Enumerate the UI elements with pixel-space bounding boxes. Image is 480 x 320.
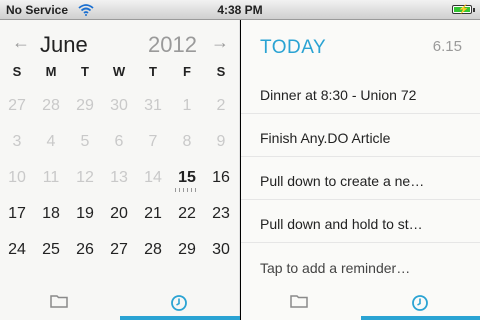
calendar-tab-bar (0, 286, 240, 320)
right-arrow-icon[interactable]: → (211, 32, 229, 53)
calendar-day[interactable]: 4 (34, 133, 68, 151)
task-label: Finish Any.DO Article (260, 130, 391, 146)
today-marker (175, 188, 199, 192)
task-label: Tap to add a reminder… (260, 260, 411, 276)
battery-icon: ⚡ (452, 4, 475, 14)
calendar-day[interactable]: 13 (102, 169, 136, 187)
calendar-day[interactable]: 2 (204, 97, 238, 115)
folder-icon[interactable] (290, 294, 310, 310)
status-bar: No Service 4:38 PM ⚡ (0, 0, 480, 20)
calendar-day[interactable]: 9 (204, 133, 238, 151)
weekday-label: W (112, 64, 126, 79)
calendar-day[interactable]: 30 (102, 97, 136, 115)
task-label: Pull down and hold to st… (260, 216, 423, 232)
calendar-day[interactable]: 23 (204, 205, 238, 223)
calendar-panel: ← June 2012 → SMTWTFS 27 28 29 30 31 1 2 3 4 5 6 7 8… (0, 20, 240, 320)
task-label: Pull down to create a ne… (260, 173, 425, 189)
calendar-day[interactable]: 30 (204, 241, 238, 259)
month-label[interactable]: June (40, 32, 88, 58)
calendar-day[interactable]: 17 (0, 205, 34, 223)
active-tab-indicator (361, 316, 480, 320)
weekday-label: F (183, 64, 191, 79)
calendar-day[interactable]: 1 (170, 97, 204, 115)
left-arrow-icon[interactable]: ← (12, 32, 30, 53)
calendar-day[interactable]: 28 (136, 241, 170, 259)
today-date: 6.15 (432, 38, 462, 55)
calendar-day-today[interactable]: 15 (170, 169, 204, 187)
calendar-day[interactable]: 25 (34, 241, 68, 259)
charging-icon: ⚡ (458, 4, 470, 14)
calendar-day[interactable]: 31 (136, 97, 170, 115)
calendar-day[interactable]: 8 (170, 133, 204, 151)
clock-icon[interactable] (411, 294, 431, 311)
year-label[interactable]: 2012 (148, 32, 197, 58)
calendar-day[interactable]: 20 (102, 205, 136, 223)
weekday-label: S (12, 64, 22, 79)
calendar-day[interactable]: 12 (68, 169, 102, 187)
weekday-label: T (81, 64, 89, 79)
calendar-day[interactable]: 5 (68, 133, 102, 151)
calendar-day[interactable]: 14 (136, 169, 170, 187)
calendar-day[interactable]: 10 (0, 169, 34, 187)
task-item[interactable]: Pull down and hold to st… (241, 204, 480, 243)
calendar-day[interactable]: 19 (68, 205, 102, 223)
task-item[interactable]: Pull down to create a ne… (241, 161, 480, 200)
weekday-label: T (149, 64, 157, 79)
calendar-day[interactable]: 3 (0, 133, 34, 151)
calendar-day[interactable]: 27 (102, 241, 136, 259)
clock-time: 4:38 PM (217, 3, 263, 17)
calendar-day[interactable]: 21 (136, 205, 170, 223)
weekday-label: S (216, 64, 226, 79)
calendar-day[interactable]: 7 (136, 133, 170, 151)
calendar-day[interactable]: 6 (102, 133, 136, 151)
add-reminder-row[interactable]: Tap to add a reminder… (241, 248, 480, 286)
calendar-day[interactable]: 27 (0, 97, 34, 115)
calendar-day[interactable]: 11 (34, 169, 68, 187)
today-heading: TODAY (260, 37, 327, 58)
today-panel: TODAY 6.15 Dinner at 8:30 - Union 72 Fin… (241, 20, 480, 320)
calendar-day[interactable]: 22 (170, 205, 204, 223)
calendar-header: ← June 2012 → (0, 28, 240, 58)
task-item[interactable]: Finish Any.DO Article (241, 118, 480, 157)
calendar-day[interactable]: 26 (68, 241, 102, 259)
calendar-day[interactable]: 28 (34, 97, 68, 115)
calendar-day[interactable]: 16 (204, 169, 238, 187)
task-label: Dinner at 8:30 - Union 72 (260, 87, 417, 103)
calendar-day[interactable]: 29 (170, 241, 204, 259)
weekday-header: SMTWTFS (0, 64, 240, 82)
calendar-day[interactable]: 18 (34, 205, 68, 223)
calendar-day[interactable]: 24 (0, 241, 34, 259)
calendar-day[interactable]: 29 (68, 97, 102, 115)
weekday-label: M (45, 64, 57, 79)
clock-icon[interactable] (170, 294, 190, 311)
today-tab-bar (241, 286, 480, 320)
active-tab-indicator (120, 316, 240, 320)
task-item[interactable]: Dinner at 8:30 - Union 72 (241, 75, 480, 114)
folder-icon[interactable] (50, 294, 70, 310)
